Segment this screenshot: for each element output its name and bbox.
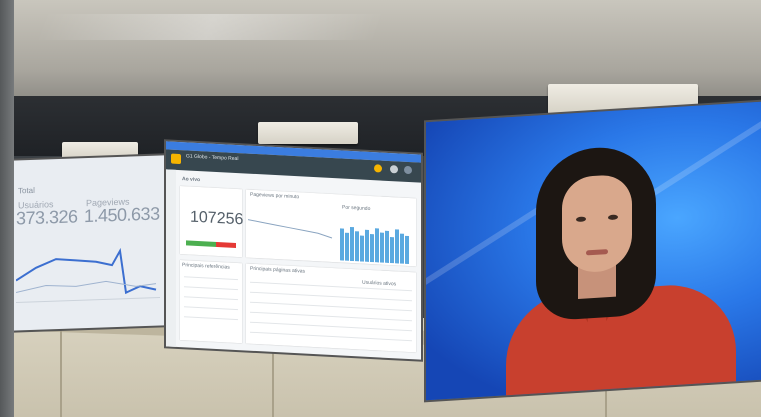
ceiling-light [35, 14, 385, 40]
avatar [404, 165, 412, 175]
metric-value-users: 373.326 [16, 206, 78, 229]
monitor-news-broadcast [426, 101, 761, 401]
realtime-chart [248, 219, 409, 265]
side-navigation [166, 169, 176, 347]
monitor-analytics-totals: Total Usuários 373.326 Pageviews 1.450.6… [12, 155, 164, 331]
section-title: Ao vivo [182, 176, 201, 184]
menu-icon [390, 165, 398, 174]
desk-seam [60, 328, 62, 417]
dashboard-title: Total [18, 185, 35, 196]
metric-value-pageviews: 1.450.633 [84, 203, 160, 227]
referrals-table [180, 260, 242, 344]
trend-line-chart [16, 247, 160, 304]
analytics-logo-icon [171, 153, 181, 165]
wall-pillar [0, 0, 14, 417]
ac-unit [258, 122, 358, 144]
anchor-face [562, 173, 632, 274]
office-scene: Total Usuários 373.326 Pageviews 1.450.6… [0, 0, 761, 417]
notification-icon [374, 164, 382, 173]
monitor-realtime-dashboard: G1 Globo - Tempo Real Ao vivo 107256 Pag… [166, 141, 421, 360]
active-users-count: 107256 [190, 208, 244, 229]
